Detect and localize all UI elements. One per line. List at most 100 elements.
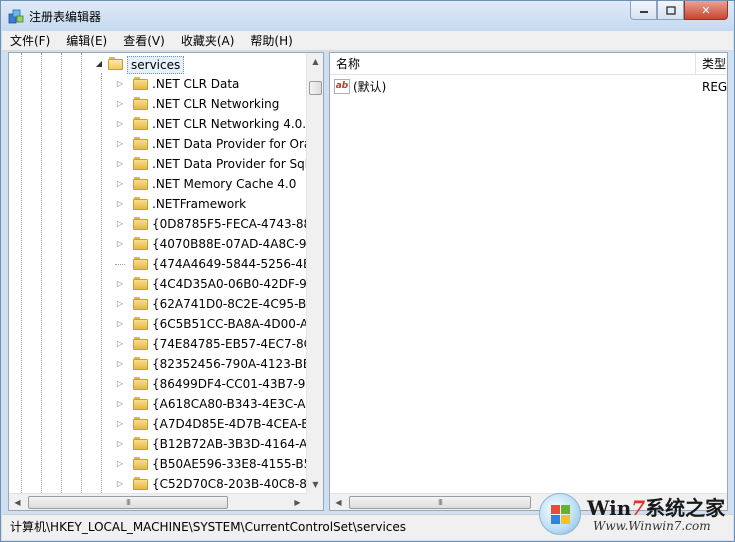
- scroll-up-icon[interactable]: ▲: [307, 53, 323, 70]
- scroll-left-icon[interactable]: ◀: [330, 494, 347, 510]
- tree-node-label[interactable]: .NET Data Provider for Ora: [152, 136, 307, 152]
- tree-node[interactable]: ▷ .NET Data Provider for Ora: [9, 134, 307, 154]
- tree-branch-line[interactable]: [115, 264, 125, 265]
- close-button[interactable]: ✕: [684, 1, 728, 20]
- expand-arrow-icon[interactable]: ▷: [115, 179, 125, 189]
- menu-edit[interactable]: 编辑(E): [58, 32, 115, 50]
- folder-icon: [133, 377, 149, 391]
- expand-arrow-icon[interactable]: ▷: [115, 239, 125, 249]
- title-bar[interactable]: 注册表编辑器 ✕: [1, 1, 734, 31]
- tree-node[interactable]: ▷ .NET CLR Networking: [9, 94, 307, 114]
- collapse-arrow-icon[interactable]: ◢: [94, 59, 104, 69]
- tree-node[interactable]: ▷ {82352456-790A-4123-BBA: [9, 354, 307, 374]
- expand-arrow-icon[interactable]: ▷: [115, 479, 125, 489]
- scroll-thumb[interactable]: III: [28, 496, 228, 509]
- tree-node-label[interactable]: {A7D4D85E-4D7B-4CEA-B2: [152, 416, 307, 432]
- tree-node[interactable]: ▷ {A7D4D85E-4D7B-4CEA-B2: [9, 414, 307, 434]
- tree-node[interactable]: ▷ {B12B72AB-3B3D-4164-AD: [9, 434, 307, 454]
- column-type-header[interactable]: 类型: [696, 53, 727, 75]
- tree-node[interactable]: ▷ {C52D70C8-203B-40C8-854: [9, 474, 307, 493]
- list-item[interactable]: ab (默认) REG: [330, 77, 727, 97]
- expand-arrow-icon[interactable]: ▷: [115, 459, 125, 469]
- watermark-title-b: 7: [631, 496, 646, 520]
- tree-node-label[interactable]: {4C4D35A0-06B0-42DF-936: [152, 276, 307, 292]
- tree-node[interactable]: ▷ {4070B88E-07AD-4A8C-9B3: [9, 234, 307, 254]
- tree-node[interactable]: ▷ {86499DF4-CC01-43B7-92E: [9, 374, 307, 394]
- tree-node-label[interactable]: {474A4649-5844-5256-4B4: [152, 256, 307, 272]
- tree-node-label[interactable]: {0D8785F5-FECA-4743-889I: [152, 216, 307, 232]
- expand-arrow-icon[interactable]: ▷: [115, 159, 125, 169]
- tree-node-label[interactable]: .NET CLR Networking 4.0.0: [152, 116, 307, 132]
- tree-node-label[interactable]: .NET CLR Networking: [152, 96, 279, 112]
- minimize-button[interactable]: [630, 1, 657, 20]
- tree-node-label[interactable]: {86499DF4-CC01-43B7-92E: [152, 376, 307, 392]
- expand-arrow-icon[interactable]: ▷: [115, 119, 125, 129]
- tree-horizontal-scrollbar[interactable]: ◀ III ▶: [9, 493, 306, 510]
- tree-node-label[interactable]: {62A741D0-8C2E-4C95-B1E: [152, 296, 307, 312]
- tree-node-label[interactable]: {C52D70C8-203B-40C8-854: [152, 476, 307, 492]
- folder-icon: [133, 217, 149, 231]
- scroll-right-icon[interactable]: ▶: [289, 494, 306, 510]
- registry-path: 计算机\HKEY_LOCAL_MACHINE\SYSTEM\CurrentCon…: [10, 520, 407, 534]
- expand-arrow-icon[interactable]: ▷: [115, 319, 125, 329]
- string-value-icon: ab: [334, 79, 350, 94]
- scroll-thumb[interactable]: [309, 81, 322, 95]
- tree-vertical-scrollbar[interactable]: ▲ ▼: [306, 53, 323, 493]
- tree-node-label[interactable]: .NET CLR Data: [152, 76, 239, 92]
- tree-node-services[interactable]: ◢ services: [9, 54, 307, 74]
- folder-icon: [133, 237, 149, 251]
- column-name-header[interactable]: 名称: [330, 53, 696, 75]
- tree-node-label[interactable]: {4070B88E-07AD-4A8C-9B3: [152, 236, 307, 252]
- expand-arrow-icon[interactable]: ▷: [115, 419, 125, 429]
- tree-node[interactable]: ▷ {0D8785F5-FECA-4743-889I: [9, 214, 307, 234]
- expand-arrow-icon[interactable]: ▷: [115, 299, 125, 309]
- scroll-thumb[interactable]: III: [349, 496, 531, 509]
- expand-arrow-icon[interactable]: ▷: [115, 199, 125, 209]
- menu-file[interactable]: 文件(F): [2, 32, 58, 50]
- tree-node-label[interactable]: .NET Data Provider for Sql: [152, 156, 307, 172]
- tree-node-label[interactable]: {74E84785-EB57-4EC7-8CF: [152, 336, 307, 352]
- minimize-icon: [639, 11, 648, 13]
- folder-icon: [133, 317, 149, 331]
- scroll-down-icon[interactable]: ▼: [307, 476, 323, 493]
- expand-arrow-icon[interactable]: ▷: [115, 379, 125, 389]
- expand-arrow-icon[interactable]: ▷: [115, 439, 125, 449]
- scroll-left-icon[interactable]: ◀: [9, 494, 26, 510]
- tree-node-label[interactable]: {B12B72AB-3B3D-4164-AD: [152, 436, 307, 452]
- tree-node[interactable]: {474A4649-5844-5256-4B4: [9, 254, 307, 274]
- expand-arrow-icon[interactable]: ▷: [115, 79, 125, 89]
- registry-tree-pane: ◢ services ▷ .NET CLR Data ▷ .NET CLR Netwo…: [8, 52, 324, 511]
- tree-node[interactable]: ▷ .NET Data Provider for Sql: [9, 154, 307, 174]
- menu-help[interactable]: 帮助(H): [242, 32, 300, 50]
- tree-node[interactable]: ▷ {62A741D0-8C2E-4C95-B1E: [9, 294, 307, 314]
- tree-node[interactable]: ▷ {A618CA80-B343-4E3C-A63: [9, 394, 307, 414]
- tree-node-label[interactable]: {82352456-790A-4123-BBA: [152, 356, 307, 372]
- tree-node-label[interactable]: {A618CA80-B343-4E3C-A63: [152, 396, 307, 412]
- tree-node[interactable]: ▷ {74E84785-EB57-4EC7-8CF: [9, 334, 307, 354]
- tree-node[interactable]: ▷ .NET CLR Data: [9, 74, 307, 94]
- expand-arrow-icon[interactable]: ▷: [115, 339, 125, 349]
- tree-node[interactable]: ▷ .NET CLR Networking 4.0.0: [9, 114, 307, 134]
- tree-node[interactable]: ▷ .NET Memory Cache 4.0: [9, 174, 307, 194]
- expand-arrow-icon[interactable]: ▷: [115, 219, 125, 229]
- expand-arrow-icon[interactable]: ▷: [115, 279, 125, 289]
- folder-icon: [133, 117, 149, 131]
- tree-node-label[interactable]: .NETFramework: [152, 196, 246, 212]
- values-list-pane: 名称 类型 ab (默认) REG ◀ III: [329, 52, 728, 511]
- tree-node[interactable]: ▷ {6C5B51CC-BA8A-4D00-A8: [9, 314, 307, 334]
- expand-arrow-icon[interactable]: ▷: [115, 399, 125, 409]
- menu-favorites[interactable]: 收藏夹(A): [173, 32, 243, 50]
- tree-node-label[interactable]: services: [127, 56, 185, 74]
- expand-arrow-icon[interactable]: ▷: [115, 99, 125, 109]
- maximize-button[interactable]: [657, 1, 684, 20]
- tree-node[interactable]: ▷ {4C4D35A0-06B0-42DF-936: [9, 274, 307, 294]
- tree-node[interactable]: ▷ {B50AE596-33E8-4155-B56: [9, 454, 307, 474]
- tree-node[interactable]: ▷ .NETFramework: [9, 194, 307, 214]
- tree-node-label[interactable]: .NET Memory Cache 4.0: [152, 176, 296, 192]
- tree-node-label[interactable]: {B50AE596-33E8-4155-B56: [152, 456, 307, 472]
- tree-node-label[interactable]: {6C5B51CC-BA8A-4D00-A8: [152, 316, 307, 332]
- menu-view[interactable]: 查看(V): [115, 32, 173, 50]
- expand-arrow-icon[interactable]: ▷: [115, 139, 125, 149]
- folder-icon: [133, 97, 149, 111]
- expand-arrow-icon[interactable]: ▷: [115, 359, 125, 369]
